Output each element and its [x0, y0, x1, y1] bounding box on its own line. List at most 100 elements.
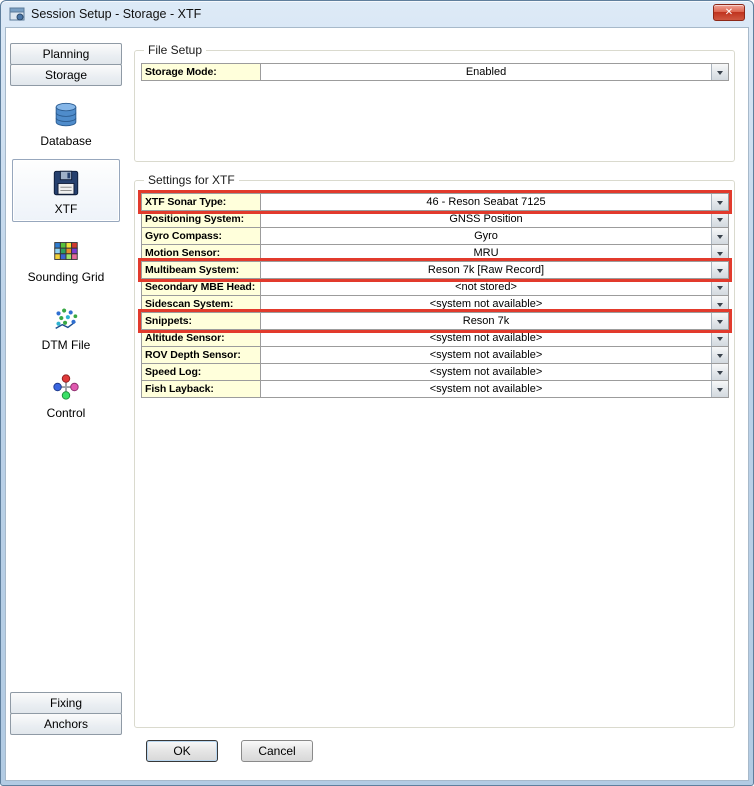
dtm-file-icon [50, 303, 82, 335]
sidebar-item-label: Control [47, 406, 86, 420]
sidebar-item-control[interactable]: Control [12, 363, 120, 426]
ok-button[interactable]: OK [146, 740, 218, 762]
combo-value: Reson 7k [261, 313, 711, 329]
dropdown-arrow-icon[interactable] [711, 245, 728, 261]
combo-value: Reson 7k [Raw Record] [261, 262, 711, 278]
settings-groupbox: Settings for XTF XTF Sonar Type: 46 - Re… [134, 180, 735, 728]
xtf-sonar-type-select[interactable]: 46 - Reson Seabat 7125 [260, 193, 729, 211]
dropdown-arrow-icon[interactable] [711, 330, 728, 346]
dropdown-arrow-icon[interactable] [711, 194, 728, 210]
close-icon: ✕ [725, 8, 733, 18]
dropdown-arrow-icon[interactable] [711, 262, 728, 278]
sounding-grid-icon [50, 235, 82, 267]
floppy-disk-icon [50, 167, 82, 199]
database-icon [50, 99, 82, 131]
positioning-system-select[interactable]: GNSS Position [260, 210, 729, 228]
sidebar-item-label: Database [40, 134, 91, 148]
setting-row-positioning-system: Positioning System: GNSS Position [141, 210, 729, 228]
dropdown-arrow-icon[interactable] [711, 64, 728, 80]
session-setup-window: Session Setup - Storage - XTF ✕ Planning… [0, 0, 754, 786]
setting-row-sidescan-system: Sidescan System: <system not available> [141, 295, 729, 313]
combo-value: <system not available> [261, 330, 711, 346]
sidescan-system-select[interactable]: <system not available> [260, 295, 729, 313]
rov-depth-sensor-select[interactable]: <system not available> [260, 346, 729, 364]
file-setup-groupbox: File Setup Storage Mode: Enabled [134, 50, 735, 162]
sidebar-item-dtm-file[interactable]: DTM File [12, 295, 120, 358]
sidebar: Planning Storage Database [6, 28, 124, 780]
dropdown-arrow-icon[interactable] [711, 347, 728, 363]
combo-value: <system not available> [261, 347, 711, 363]
combo-value: Enabled [261, 64, 711, 80]
sidebar-item-fixing[interactable]: Fixing [10, 692, 122, 714]
storage-mode-select[interactable]: Enabled [260, 63, 729, 81]
fish-layback-select[interactable]: <system not available> [260, 380, 729, 398]
sidebar-item-label: DTM File [42, 338, 91, 352]
sidebar-item-anchors[interactable]: Anchors [10, 713, 122, 735]
setting-label: Sidescan System: [141, 295, 261, 313]
dropdown-arrow-icon[interactable] [711, 296, 728, 312]
dropdown-arrow-icon[interactable] [711, 364, 728, 380]
altitude-sensor-select[interactable]: <system not available> [260, 329, 729, 347]
sidebar-item-label: XTF [55, 202, 78, 216]
dropdown-arrow-icon[interactable] [711, 228, 728, 244]
dropdown-arrow-icon[interactable] [711, 279, 728, 295]
combo-value: Gyro [261, 228, 711, 244]
cancel-button[interactable]: Cancel [241, 740, 313, 762]
settings-title: Settings for XTF [144, 173, 239, 187]
dialog-footer: OK Cancel [134, 728, 735, 774]
setting-row-fish-layback: Fish Layback: <system not available> [141, 380, 729, 398]
setting-label: Secondary MBE Head: [141, 278, 261, 296]
setting-label: Speed Log: [141, 363, 261, 381]
setting-row-xtf-sonar-type: XTF Sonar Type: 46 - Reson Seabat 7125 [141, 193, 729, 211]
setting-row-snippets: Snippets: Reson 7k [141, 312, 729, 330]
sidebar-item-planning[interactable]: Planning [10, 43, 122, 65]
combo-value: <system not available> [261, 381, 711, 397]
setting-row-altitude-sensor: Altitude Sensor: <system not available> [141, 329, 729, 347]
setting-row-storage-mode: Storage Mode: Enabled [141, 63, 729, 81]
dropdown-arrow-icon[interactable] [711, 381, 728, 397]
setting-label: XTF Sonar Type: [141, 193, 261, 211]
setting-label: ROV Depth Sensor: [141, 346, 261, 364]
secondary-mbe-head-select[interactable]: <not stored> [260, 278, 729, 296]
combo-value: <system not available> [261, 364, 711, 380]
combo-value: GNSS Position [261, 211, 711, 227]
sidebar-item-database[interactable]: Database [12, 91, 120, 154]
combo-value: <not stored> [261, 279, 711, 295]
combo-value: 46 - Reson Seabat 7125 [261, 194, 711, 210]
storage-mode-label: Storage Mode: [141, 63, 261, 81]
sidebar-item-sounding-grid[interactable]: Sounding Grid [12, 227, 120, 290]
main-panel: File Setup Storage Mode: Enabled Setting… [124, 28, 748, 780]
snippets-select[interactable]: Reson 7k [260, 312, 729, 330]
setting-row-secondary-mbe-head: Secondary MBE Head: <not stored> [141, 278, 729, 296]
title-bar: Session Setup - Storage - XTF ✕ [1, 1, 753, 27]
setting-label: Multibeam System: [141, 261, 261, 279]
motion-sensor-select[interactable]: MRU [260, 244, 729, 262]
close-button[interactable]: ✕ [713, 4, 745, 21]
combo-value: MRU [261, 245, 711, 261]
speed-log-select[interactable]: <system not available> [260, 363, 729, 381]
window-title: Session Setup - Storage - XTF [31, 7, 201, 21]
setting-row-gyro-compass: Gyro Compass: Gyro [141, 227, 729, 245]
setting-row-motion-sensor: Motion Sensor: MRU [141, 244, 729, 262]
setting-label: Fish Layback: [141, 380, 261, 398]
sidebar-item-storage[interactable]: Storage [10, 64, 122, 86]
dropdown-arrow-icon[interactable] [711, 313, 728, 329]
combo-value: <system not available> [261, 296, 711, 312]
dialog-client-area: Planning Storage Database [5, 27, 749, 781]
setting-label: Altitude Sensor: [141, 329, 261, 347]
multibeam-system-select[interactable]: Reson 7k [Raw Record] [260, 261, 729, 279]
dropdown-arrow-icon[interactable] [711, 211, 728, 227]
setting-row-speed-log: Speed Log: <system not available> [141, 363, 729, 381]
sidebar-item-label: Sounding Grid [28, 270, 105, 284]
setting-label: Positioning System: [141, 210, 261, 228]
sidebar-item-xtf[interactable]: XTF [12, 159, 120, 222]
app-icon [9, 6, 25, 22]
setting-label: Gyro Compass: [141, 227, 261, 245]
setting-row-rov-depth-sensor: ROV Depth Sensor: <system not available> [141, 346, 729, 364]
setting-label: Motion Sensor: [141, 244, 261, 262]
control-icon [50, 371, 82, 403]
setting-label: Snippets: [141, 312, 261, 330]
file-setup-title: File Setup [144, 43, 206, 57]
setting-row-multibeam-system: Multibeam System: Reson 7k [Raw Record] [141, 261, 729, 279]
gyro-compass-select[interactable]: Gyro [260, 227, 729, 245]
